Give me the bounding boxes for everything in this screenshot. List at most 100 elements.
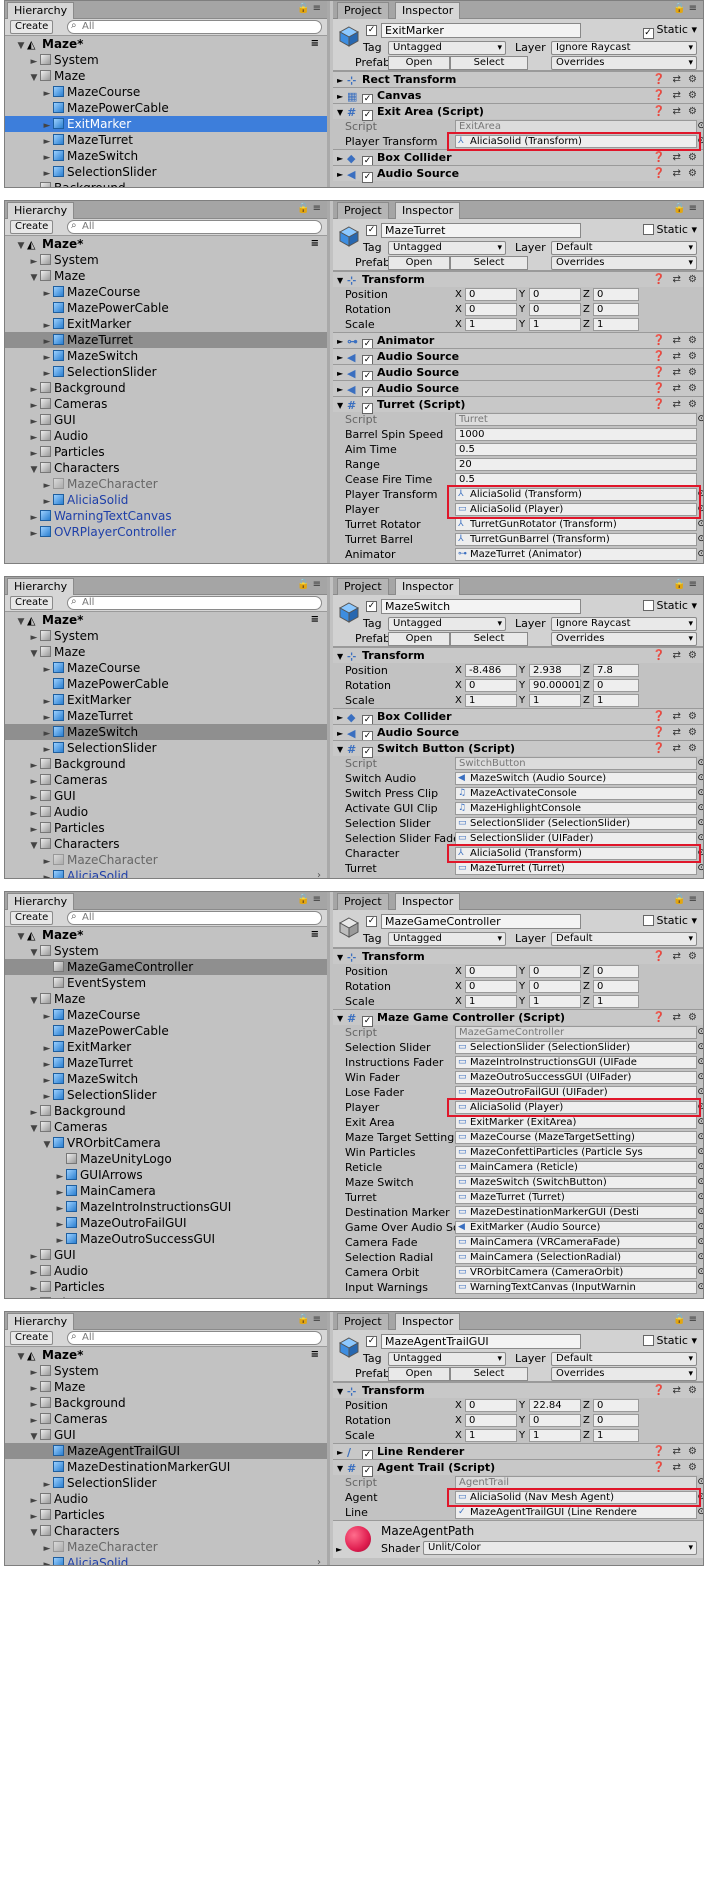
hierarchy-item[interactable]: ▼Characters (5, 460, 327, 476)
hierarchy-item[interactable]: MazePowerCable (5, 1023, 327, 1039)
hierarchy-item[interactable]: MazePowerCable (5, 676, 327, 692)
tab-hierarchy[interactable]: Hierarchy (7, 1313, 75, 1330)
vector-value-field[interactable]: -8.486 (465, 664, 517, 677)
hierarchy-item[interactable]: ► MazeTurret (5, 332, 327, 348)
hierarchy-search-input[interactable]: ⌕ All (67, 596, 322, 610)
vector-value-field[interactable]: 0 (593, 980, 639, 993)
object-picker-icon[interactable]: ⊙ (697, 1190, 703, 1205)
object-reference-field[interactable]: ▭ MazeTurret (Turret) (455, 1191, 697, 1204)
vector-value-field[interactable]: 0 (529, 288, 581, 301)
vector-value-field[interactable]: 1 (529, 318, 581, 331)
hierarchy-item[interactable]: ► MazeSwitch (5, 348, 327, 364)
component-menu-icons[interactable]: ❓ ⇄ ⚙ (653, 72, 699, 88)
prefab-overrides-dropdown[interactable]: Overrides (551, 1367, 697, 1381)
vector-component-z[interactable]: Z0 (583, 1414, 639, 1427)
hierarchy-item[interactable]: ► OVRPlayerController (5, 524, 327, 540)
vector-component-x[interactable]: X0 (455, 679, 517, 692)
object-reference-field[interactable]: ▭ MazeOutroFailGUI (UIFader) (455, 1086, 697, 1099)
vector-value-field[interactable]: 0 (465, 288, 517, 301)
hierarchy-item[interactable]: ► MazeCharacter (5, 476, 327, 492)
vector-component-z[interactable]: Z1 (583, 318, 639, 331)
hierarchy-item[interactable]: ► MazeCharacter (5, 852, 327, 868)
static-checkbox[interactable] (642, 915, 654, 926)
object-reference-field[interactable]: ▭ SelectionSlider (UIFader) (455, 832, 697, 845)
active-checkbox[interactable]: ✓ (366, 225, 377, 236)
hierarchy-item[interactable]: ►Background (5, 1103, 327, 1119)
layer-dropdown[interactable]: Ignore Raycast (551, 41, 697, 55)
hierarchy-item[interactable]: ▼ VROrbitCamera (5, 1135, 327, 1151)
static-checkbox[interactable] (642, 1335, 654, 1346)
vector-value-field[interactable]: 0 (593, 303, 639, 316)
object-reference-field[interactable]: ⅄ TurretGunRotator (Transform) (455, 518, 697, 531)
vector-component-y[interactable]: Y 22.84 (519, 1399, 581, 1412)
object-name-field[interactable]: MazeGameController (381, 914, 581, 929)
hierarchy-item[interactable]: ► Audio (5, 1263, 327, 1279)
hierarchy-item[interactable]: ▼ Maze (5, 991, 327, 1007)
object-reference-field[interactable]: ▭ WarningTextCanvas (InputWarnin (455, 1281, 697, 1294)
vector-component-x[interactable]: X0 (455, 1414, 517, 1427)
tag-dropdown[interactable]: Untagged (388, 932, 506, 946)
active-checkbox[interactable]: ✓ (366, 601, 377, 612)
hierarchy-item[interactable]: ► MainCamera (5, 1183, 327, 1199)
tab-controls-icon[interactable]: 🔒 ≡ (673, 203, 697, 214)
hierarchy-item[interactable]: ► GUI (5, 1247, 327, 1263)
component-header[interactable]: ► ⊹ Rect Transform ❓ ⇄ ⚙ (333, 71, 703, 87)
static-dropdown-icon[interactable]: ▾ (688, 223, 697, 236)
hierarchy-item[interactable]: ▼ GUI (5, 1427, 327, 1443)
hierarchy-item[interactable]: ► Cameras (5, 1411, 327, 1427)
tab-project[interactable]: Project (337, 1313, 389, 1330)
object-reference-field[interactable]: ▭ MainCamera (VRCameraFade) (455, 1236, 697, 1249)
hierarchy-item[interactable]: EventSystem (5, 975, 327, 991)
hierarchy-item[interactable]: ▼ Maze (5, 268, 327, 284)
scene-menu-icon[interactable]: ≡ (311, 236, 319, 252)
hierarchy-item[interactable]: ►Background (5, 756, 327, 772)
vector-value-field[interactable]: 22.84 (529, 1399, 581, 1412)
hierarchy-item[interactable]: ▼ ◭ Maze* ≡ (5, 612, 327, 628)
vector-value-field[interactable]: 1 (593, 318, 639, 331)
hierarchy-item[interactable]: ► System (5, 1363, 327, 1379)
create-button[interactable]: Create (10, 596, 54, 610)
component-header[interactable]: ► ◆ ✓ Box Collider ❓ ⇄ ⚙ (333, 149, 703, 167)
hierarchy-item[interactable]: ► ExitMarker (5, 316, 327, 332)
vector-component-x[interactable]: X1 (455, 995, 517, 1008)
hierarchy-item[interactable]: ► MazeTurret (5, 1055, 327, 1071)
value-field[interactable]: 0.5 (455, 443, 697, 456)
object-reference-field[interactable]: ▭ MazeDestinationMarkerGUI (Desti (455, 1206, 697, 1219)
vector-component-z[interactable]: Z0 (583, 288, 639, 301)
tab-inspector[interactable]: Inspector (395, 578, 461, 595)
static-checkbox[interactable] (642, 600, 654, 611)
vector-value-field[interactable]: 0 (529, 965, 581, 978)
hierarchy-item[interactable]: ► MazeOutroFailGUI (5, 1215, 327, 1231)
vector-component-y[interactable]: Y0 (519, 303, 581, 316)
object-picker-icon[interactable]: ⊙ (697, 861, 703, 876)
hierarchy-item[interactable]: ► SelectionSlider (5, 1475, 327, 1491)
object-picker-icon[interactable]: ⊙ (697, 831, 703, 846)
value-field[interactable]: 20 (455, 458, 697, 471)
object-picker-icon[interactable]: ⊙ (697, 487, 703, 502)
object-picker-icon[interactable]: ⊙ (697, 1250, 703, 1265)
hierarchy-item[interactable]: ▼Characters (5, 1523, 327, 1539)
hierarchy-item[interactable]: ► MazeOutroSuccessGUI (5, 1231, 327, 1247)
hierarchy-item[interactable]: ► Particles (5, 1507, 327, 1523)
vector-value-field[interactable]: 0 (465, 965, 517, 978)
tab-controls-icon[interactable]: 🔒 ≡ (673, 894, 697, 905)
object-reference-field[interactable]: ▭ MazeConfettiParticles (Particle Sys (455, 1146, 697, 1159)
tag-dropdown[interactable]: Untagged (388, 41, 506, 55)
object-reference-field[interactable]: ▭ VROrbitCamera (CameraOrbit) (455, 1266, 697, 1279)
hierarchy-item[interactable]: ► SelectionSlider (5, 164, 327, 180)
tab-controls-icon[interactable]: 🔒 ≡ (297, 1314, 321, 1325)
tab-project[interactable]: Project (337, 578, 389, 595)
object-picker-icon[interactable]: ⊙ (697, 1130, 703, 1145)
object-picker-icon[interactable]: ⊙ (697, 1265, 703, 1280)
static-dropdown-icon[interactable]: ▾ (688, 914, 697, 927)
object-reference-field[interactable]: ▭ MazeOutroSuccessGUI (UIFader) (455, 1071, 697, 1084)
vector-component-x[interactable]: X0 (455, 980, 517, 993)
tag-dropdown[interactable]: Untagged (388, 617, 506, 631)
vector-value-field[interactable]: 0 (465, 980, 517, 993)
object-reference-field[interactable]: ⊶ MazeTurret (Animator) (455, 548, 697, 561)
hierarchy-item[interactable]: ►Background (5, 180, 327, 187)
material-section[interactable]: MazeAgentPath ShaderUnlit/Color ► (333, 1520, 703, 1558)
tab-inspector[interactable]: Inspector (395, 1313, 461, 1330)
component-menu-icons[interactable]: ❓ ⇄ ⚙ (653, 709, 699, 725)
value-field[interactable]: 1000 (455, 428, 697, 441)
